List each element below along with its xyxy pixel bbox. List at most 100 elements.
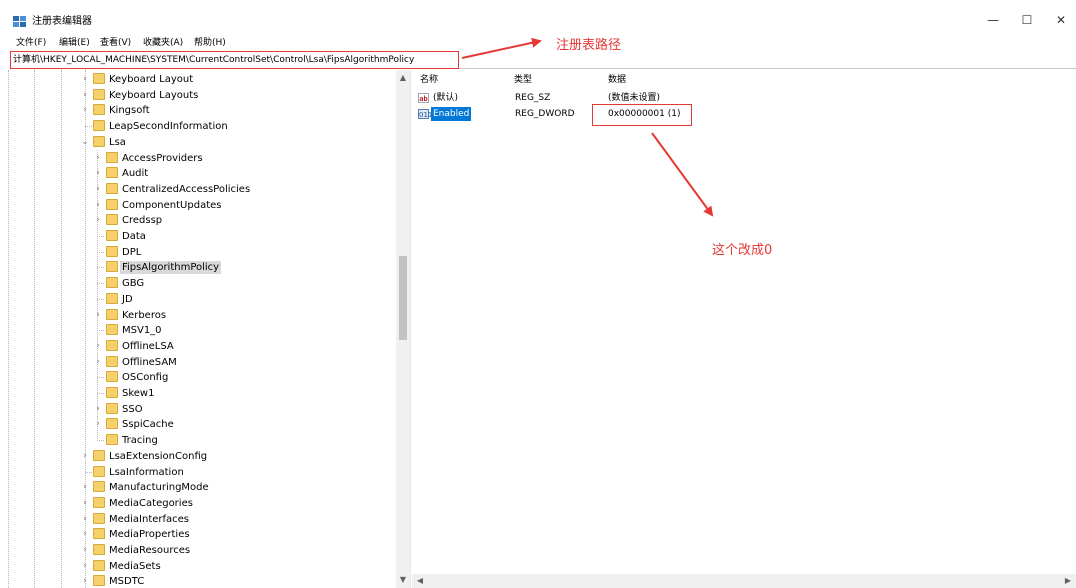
folder-icon bbox=[93, 559, 105, 571]
tree-item-label: SspiCache bbox=[122, 419, 174, 431]
tree-item-dpl[interactable]: DPL bbox=[0, 244, 396, 260]
tree-item-keyboard-layouts[interactable]: › Keyboard Layouts bbox=[0, 87, 396, 103]
folder-icon bbox=[106, 308, 118, 320]
menu-favorites[interactable]: 收藏夹(A) bbox=[143, 36, 183, 50]
tree-item-label: ManufacturingMode bbox=[109, 482, 209, 494]
key-tree-pane[interactable]: › Keyboard Layout › Keyboard Layouts › Kingso… bbox=[0, 70, 411, 588]
chevron-right-icon[interactable]: › bbox=[80, 87, 90, 103]
chevron-right-icon[interactable]: › bbox=[80, 542, 90, 558]
scroll-left-icon[interactable]: ◀ bbox=[414, 574, 426, 588]
chevron-right-icon[interactable]: › bbox=[93, 401, 103, 417]
tree-item-fipsalgorithmpolicy[interactable]: FipsAlgorithmPolicy bbox=[0, 259, 396, 275]
tree-item-label: FipsAlgorithmPolicy bbox=[120, 261, 222, 275]
tree-branch-line bbox=[97, 440, 104, 442]
chevron-right-icon[interactable]: › bbox=[80, 526, 90, 542]
tree-branch-line bbox=[97, 330, 104, 332]
column-header-type[interactable]: 类型 bbox=[514, 74, 532, 86]
tree-item-tracing[interactable]: Tracing bbox=[0, 432, 396, 448]
menu-view[interactable]: 查看(V) bbox=[100, 36, 131, 50]
scroll-right-icon[interactable]: ▶ bbox=[1062, 574, 1074, 588]
minimize-button[interactable]: — bbox=[978, 10, 1008, 30]
chevron-right-icon[interactable]: › bbox=[93, 338, 103, 354]
menu-help[interactable]: 帮助(H) bbox=[194, 36, 226, 50]
tree-item-sso[interactable]: › SSO bbox=[0, 401, 396, 417]
value-row-enabled[interactable]: 011 Enabled REG_DWORD 0x00000001 (1) bbox=[412, 107, 1072, 122]
folder-icon bbox=[106, 167, 118, 179]
values-pane[interactable]: 名称 类型 数据 ab (默认) REG_SZ (数值未设置) 011 Enab… bbox=[412, 70, 1076, 588]
address-bar[interactable]: 计算机\HKEY_LOCAL_MACHINE\SYSTEM\CurrentCon… bbox=[10, 51, 459, 69]
tree-item-mediaproperties[interactable]: › MediaProperties bbox=[0, 526, 396, 542]
chevron-right-icon[interactable]: › bbox=[80, 71, 90, 87]
tree-item-label: MediaCategories bbox=[109, 497, 193, 509]
tree-item-lsaextensionconfig[interactable]: › LsaExtensionConfig bbox=[0, 448, 396, 464]
tree-item-label: ComponentUpdates bbox=[122, 199, 222, 211]
tree-item-label: GBG bbox=[122, 278, 145, 290]
maximize-button[interactable]: ☐ bbox=[1012, 10, 1042, 30]
tree-item-lsainformation[interactable]: LsaInformation bbox=[0, 464, 396, 480]
tree-item-msv1-0[interactable]: MSV1_0 bbox=[0, 322, 396, 338]
address-path[interactable]: 计算机\HKEY_LOCAL_MACHINE\SYSTEM\CurrentCon… bbox=[13, 54, 414, 66]
tree-item-jd[interactable]: JD bbox=[0, 291, 396, 307]
scroll-down-icon[interactable]: ▼ bbox=[396, 574, 410, 586]
values-horizontal-scrollbar[interactable]: ◀ ▶ bbox=[412, 574, 1076, 588]
chevron-right-icon[interactable]: › bbox=[93, 150, 103, 166]
annotation-highlight-box bbox=[592, 104, 692, 126]
folder-icon bbox=[93, 465, 105, 477]
tree-item-mediaresources[interactable]: › MediaResources bbox=[0, 542, 396, 558]
close-button[interactable]: ✕ bbox=[1046, 10, 1076, 30]
chevron-down-icon[interactable]: ⌄ bbox=[80, 134, 90, 150]
column-header-data[interactable]: 数据 bbox=[608, 74, 626, 86]
tree-item-label: JD bbox=[122, 293, 133, 305]
tree-branch-line bbox=[97, 236, 104, 237]
chevron-right-icon[interactable]: › bbox=[80, 511, 90, 527]
tree-item-mediacategories[interactable]: › MediaCategories bbox=[0, 495, 396, 511]
tree-item-msdtc[interactable]: › MSDTC bbox=[0, 573, 396, 588]
chevron-right-icon[interactable]: › bbox=[80, 448, 90, 464]
chevron-right-icon[interactable]: › bbox=[93, 354, 103, 370]
chevron-right-icon[interactable]: › bbox=[80, 558, 90, 574]
folder-icon bbox=[93, 575, 105, 587]
folder-icon bbox=[106, 292, 118, 304]
chevron-right-icon[interactable]: › bbox=[93, 181, 103, 197]
tree-item-keyboard-layout[interactable]: › Keyboard Layout bbox=[0, 71, 396, 87]
menu-file[interactable]: 文件(F) bbox=[16, 36, 46, 50]
tree-item-accessproviders[interactable]: › AccessProviders bbox=[0, 150, 396, 166]
chevron-right-icon[interactable]: › bbox=[93, 307, 103, 323]
tree-item-credssp[interactable]: › Credssp bbox=[0, 212, 396, 228]
chevron-right-icon[interactable]: › bbox=[93, 197, 103, 213]
scroll-up-icon[interactable]: ▲ bbox=[396, 72, 410, 84]
chevron-right-icon[interactable]: › bbox=[80, 479, 90, 495]
scroll-thumb[interactable] bbox=[399, 256, 407, 340]
tree-item-kerberos[interactable]: › Kerberos bbox=[0, 307, 396, 323]
value-row-default[interactable]: ab (默认) REG_SZ (数值未设置) bbox=[412, 91, 1072, 106]
tree-item-manufacturingmode[interactable]: › ManufacturingMode bbox=[0, 479, 396, 495]
tree-branch-line bbox=[97, 267, 104, 269]
tree-item-osconfig[interactable]: OSConfig bbox=[0, 369, 396, 385]
tree-item-skew1[interactable]: Skew1 bbox=[0, 385, 396, 401]
tree-item-audit[interactable]: › Audit bbox=[0, 165, 396, 181]
tree-item-kingsoft[interactable]: › Kingsoft bbox=[0, 102, 396, 118]
chevron-right-icon[interactable]: › bbox=[80, 573, 90, 588]
folder-icon bbox=[93, 73, 105, 84]
chevron-right-icon[interactable]: › bbox=[93, 212, 103, 228]
tree-item-mediainterfaces[interactable]: › MediaInterfaces bbox=[0, 511, 396, 527]
tree-branch-line bbox=[85, 126, 92, 128]
tree-item-offlinesam[interactable]: › OfflineSAM bbox=[0, 354, 396, 370]
tree-item-offlinelsa[interactable]: › OfflineLSA bbox=[0, 338, 396, 354]
tree-item-lsa[interactable]: ⌄ Lsa bbox=[0, 134, 396, 150]
tree-item-centralizedaccesspolicies[interactable]: › CentralizedAccessPolicies bbox=[0, 181, 396, 197]
chevron-right-icon[interactable]: › bbox=[93, 165, 103, 181]
tree-item-data[interactable]: Data bbox=[0, 228, 396, 244]
chevron-right-icon[interactable]: › bbox=[80, 495, 90, 511]
tree-item-label: MediaProperties bbox=[109, 529, 190, 541]
tree-item-componentupdates[interactable]: › ComponentUpdates bbox=[0, 197, 396, 213]
chevron-right-icon[interactable]: › bbox=[93, 416, 103, 432]
tree-item-sspicache[interactable]: › SspiCache bbox=[0, 416, 396, 432]
menu-edit[interactable]: 编辑(E) bbox=[59, 36, 90, 50]
tree-item-mediasets[interactable]: › MediaSets bbox=[0, 558, 396, 574]
chevron-right-icon[interactable]: › bbox=[80, 102, 90, 118]
tree-item-gbg[interactable]: GBG bbox=[0, 275, 396, 291]
tree-item-leapsecondinformation[interactable]: LeapSecondInformation bbox=[0, 118, 396, 134]
tree-vertical-scrollbar[interactable]: ▲ ▼ bbox=[396, 70, 410, 588]
column-header-name[interactable]: 名称 bbox=[420, 74, 438, 86]
